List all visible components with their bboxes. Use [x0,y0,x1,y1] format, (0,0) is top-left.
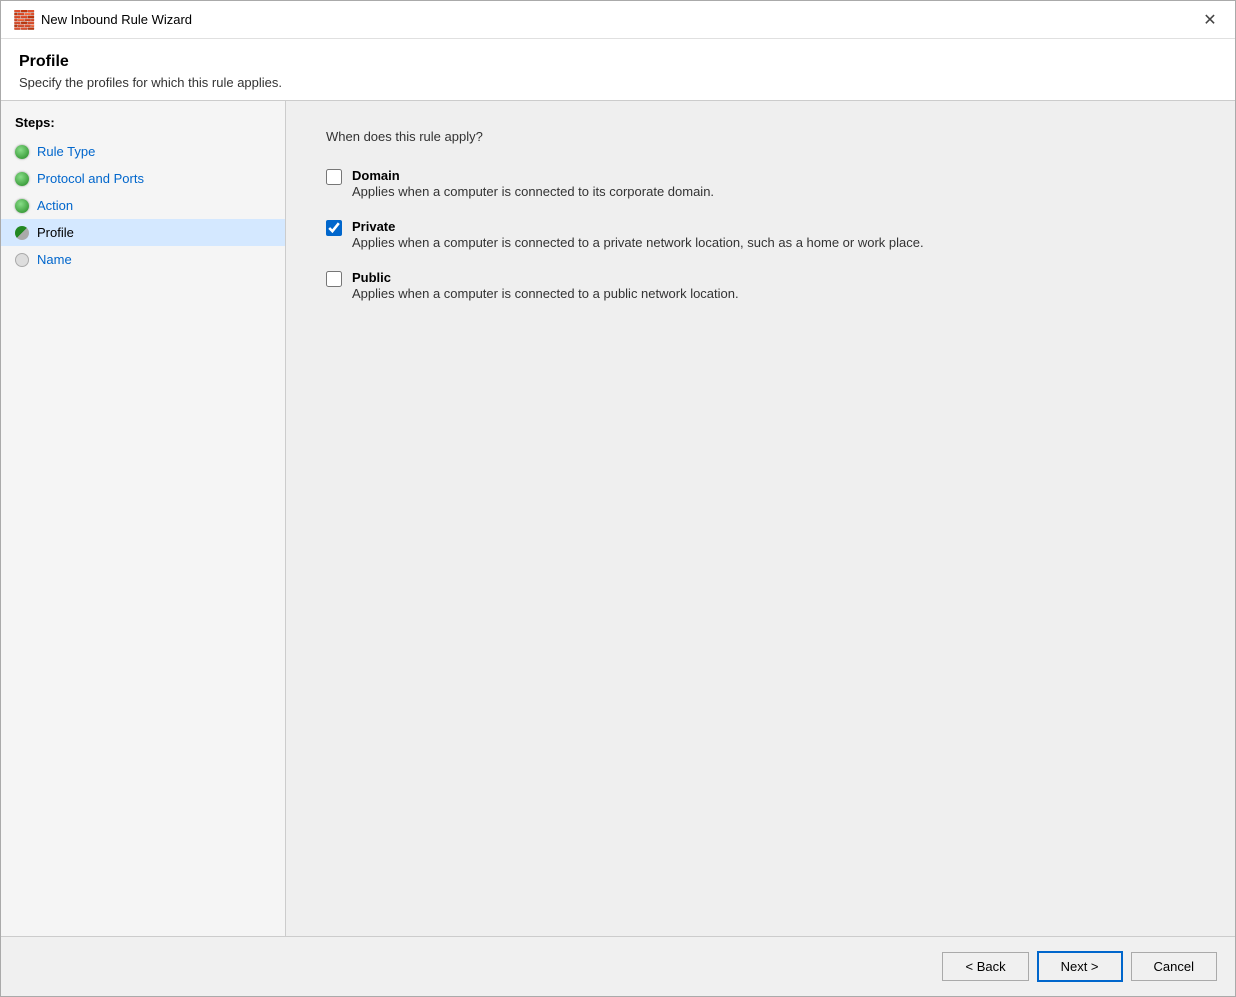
footer: < Back Next > Cancel [1,936,1235,996]
next-button[interactable]: Next > [1037,951,1123,982]
question-text: When does this rule apply? [326,129,1195,144]
private-description: Applies when a computer is connected to … [352,234,924,252]
app-icon: 🧱 [13,10,33,30]
domain-title[interactable]: Domain [352,168,400,183]
private-checkbox[interactable] [326,220,342,236]
content-area: When does this rule apply? Domain Applie… [286,101,1235,936]
option-private: Private Applies when a computer is conne… [326,219,1195,252]
page-subtitle: Specify the profiles for which this rule… [19,75,1217,90]
domain-description: Applies when a computer is connected to … [352,183,714,201]
header-section: Profile Specify the profiles for which t… [1,39,1235,101]
title-bar: 🧱 New Inbound Rule Wizard ✕ [1,1,1235,39]
option-public: Public Applies when a computer is connec… [326,270,1195,303]
step-label-protocol-ports: Protocol and Ports [37,171,144,186]
private-title[interactable]: Private [352,219,395,234]
step-label-name: Name [37,252,72,267]
back-button[interactable]: < Back [942,952,1028,981]
public-checkbox[interactable] [326,271,342,287]
option-group: Domain Applies when a computer is connec… [326,168,1195,304]
step-label-profile: Profile [37,225,74,240]
step-label-action: Action [37,198,73,213]
domain-content: Domain Applies when a computer is connec… [352,168,714,201]
sidebar-item-action[interactable]: Action [1,192,285,219]
main-content: Steps: Rule Type Protocol and Ports Acti… [1,101,1235,936]
window-title: New Inbound Rule Wizard [41,12,192,27]
sidebar-item-profile[interactable]: Profile [1,219,285,246]
step-label-rule-type: Rule Type [37,144,95,159]
step-dot-action [15,199,29,213]
public-description: Applies when a computer is connected to … [352,285,739,303]
page-title: Profile [19,53,1217,71]
domain-checkbox-container[interactable] [326,169,342,188]
public-title[interactable]: Public [352,270,391,285]
sidebar-item-protocol-ports[interactable]: Protocol and Ports [1,165,285,192]
steps-label: Steps: [1,115,285,138]
sidebar-item-name[interactable]: Name [1,246,285,273]
private-content: Private Applies when a computer is conne… [352,219,924,252]
title-bar-left: 🧱 New Inbound Rule Wizard [13,10,192,30]
step-dot-name [15,253,29,267]
public-checkbox-container[interactable] [326,271,342,290]
close-button[interactable]: ✕ [1197,7,1223,33]
step-dot-protocol-ports [15,172,29,186]
step-dot-profile [15,226,29,240]
sidebar-item-rule-type[interactable]: Rule Type [1,138,285,165]
step-dot-rule-type [15,145,29,159]
sidebar: Steps: Rule Type Protocol and Ports Acti… [1,101,286,936]
domain-checkbox[interactable] [326,169,342,185]
private-checkbox-container[interactable] [326,220,342,239]
option-domain: Domain Applies when a computer is connec… [326,168,1195,201]
public-content: Public Applies when a computer is connec… [352,270,739,303]
cancel-button[interactable]: Cancel [1131,952,1217,981]
wizard-window: 🧱 New Inbound Rule Wizard ✕ Profile Spec… [0,0,1236,997]
